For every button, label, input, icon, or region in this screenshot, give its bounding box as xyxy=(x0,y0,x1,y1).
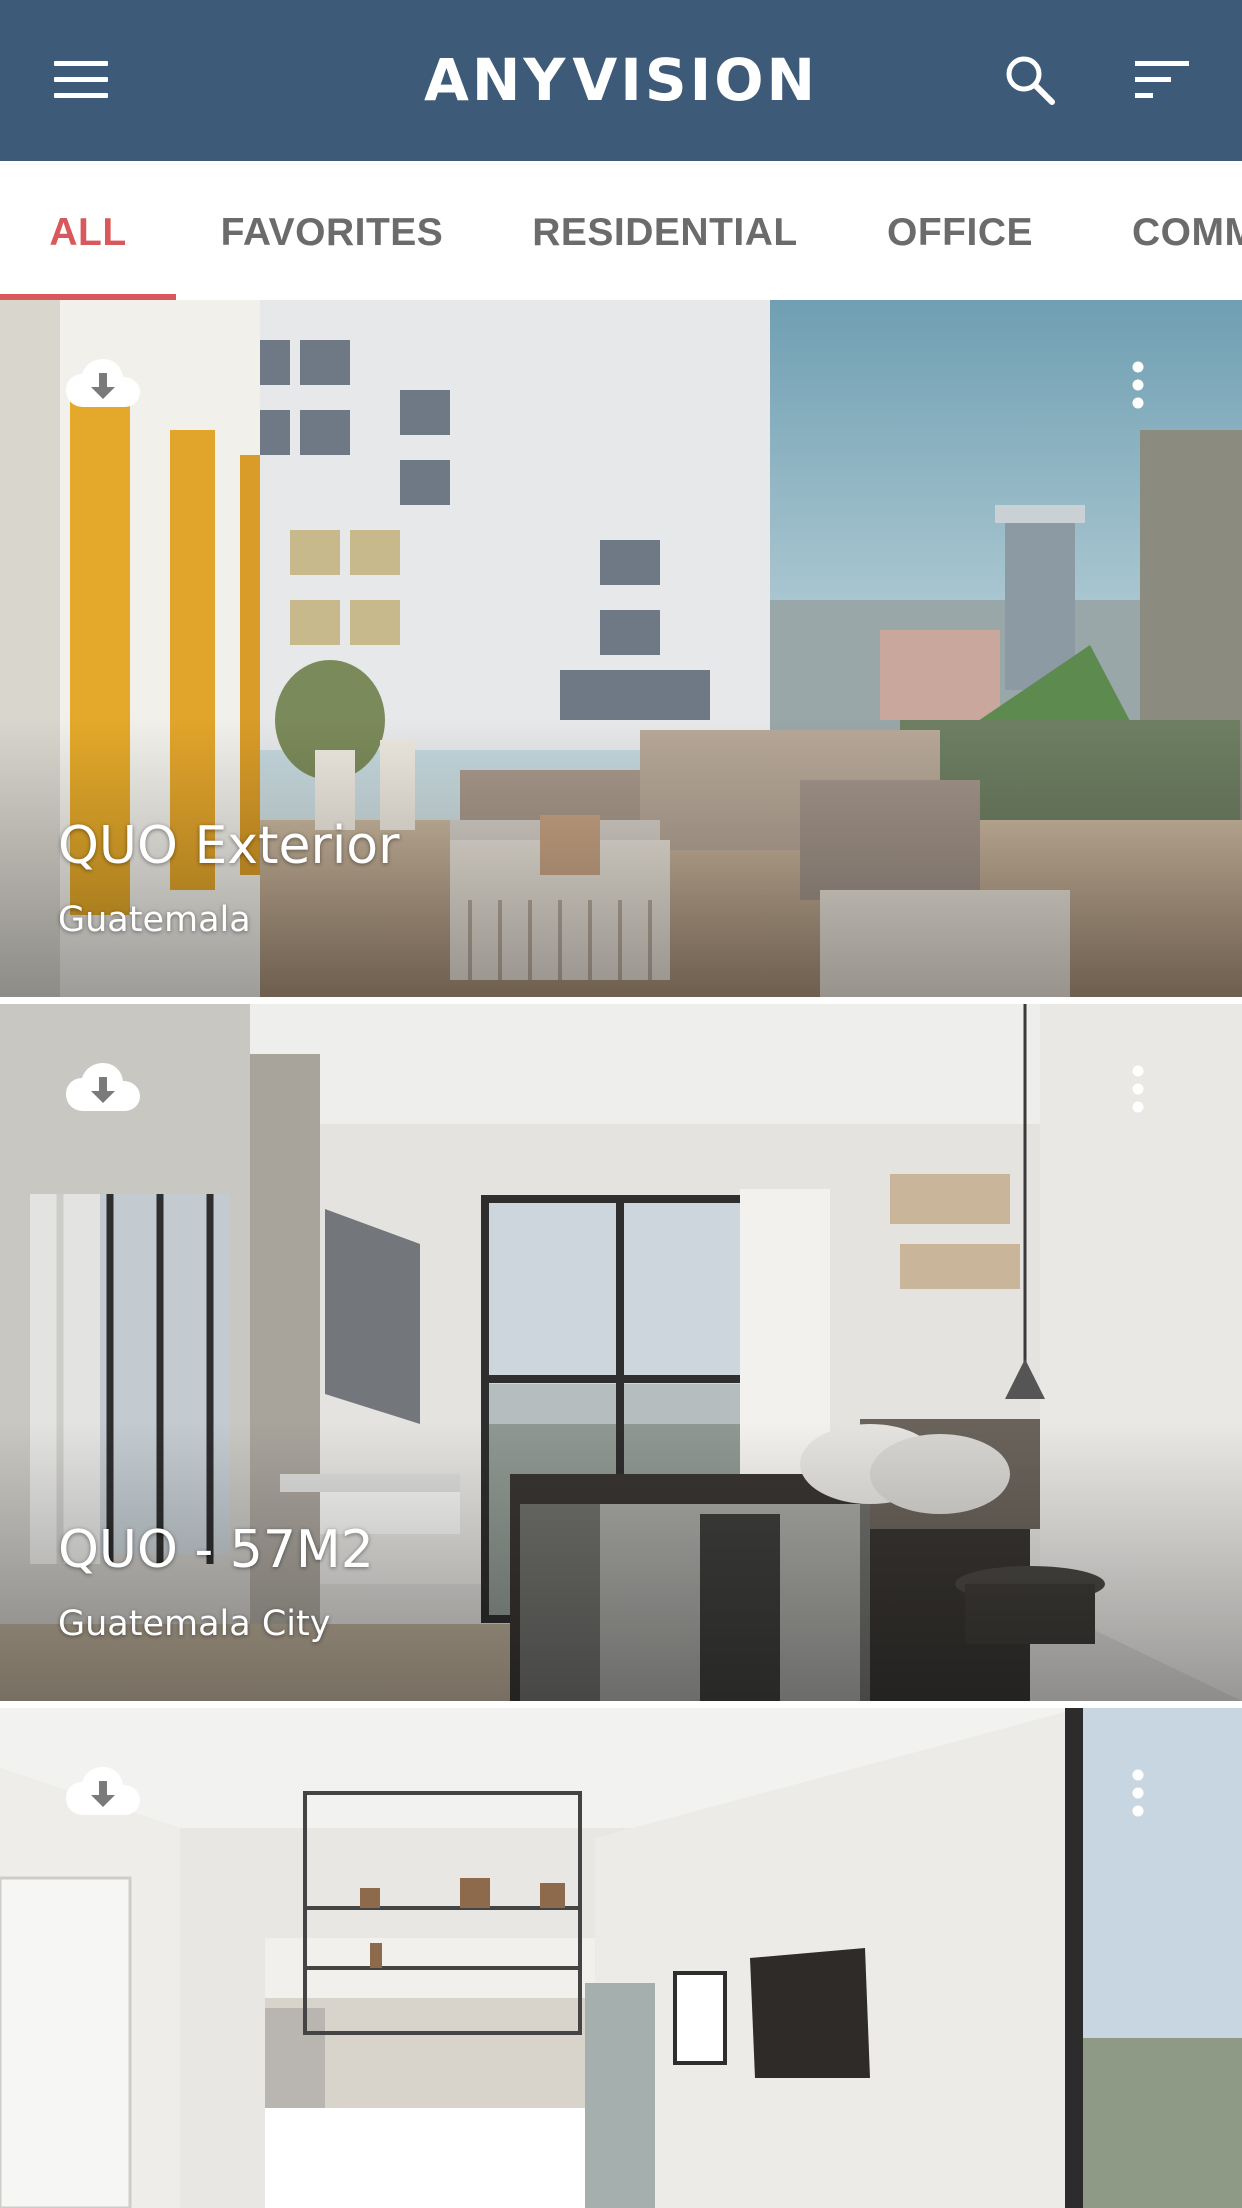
more-options-button[interactable] xyxy=(1110,1049,1166,1129)
card-divider xyxy=(0,997,1242,1004)
sort-filter-icon xyxy=(1135,61,1189,98)
tab-favorites[interactable]: FAVORITES xyxy=(176,165,488,300)
tab-label: COMM xyxy=(1132,210,1242,254)
more-vertical-icon xyxy=(1132,361,1144,409)
project-card[interactable] xyxy=(0,1708,1242,2208)
tab-label: FAVORITES xyxy=(220,210,444,254)
project-card[interactable]: QUO - 57M2 Guatemala City xyxy=(0,1004,1242,1701)
search-icon xyxy=(1006,56,1055,105)
cloud-download-icon xyxy=(66,359,140,407)
download-button[interactable] xyxy=(60,1756,146,1828)
tab-label: ALL xyxy=(49,210,127,254)
project-location: Guatemala City xyxy=(58,1604,331,1644)
category-tabs: ALL FAVORITES RESIDENTIAL OFFICE COMM xyxy=(0,165,1242,300)
more-options-button[interactable] xyxy=(1110,1753,1166,1833)
download-button[interactable] xyxy=(60,348,146,420)
more-vertical-icon xyxy=(1132,1065,1144,1113)
tab-commercial[interactable]: COMM xyxy=(1078,165,1242,300)
tab-all[interactable]: ALL xyxy=(0,165,176,300)
sort-button[interactable] xyxy=(1122,40,1202,120)
card-divider xyxy=(0,1701,1242,1708)
app-logo: ANY VISION xyxy=(424,44,815,116)
logo-text-left: ANY xyxy=(423,46,569,114)
app-bar: ANY VISION xyxy=(0,0,1242,161)
menu-button[interactable] xyxy=(38,40,124,120)
tab-residential[interactable]: RESIDENTIAL xyxy=(488,165,842,300)
logo-text-right: VISION xyxy=(572,46,819,114)
project-location: Guatemala xyxy=(58,900,251,940)
more-vertical-icon xyxy=(1132,1769,1144,1817)
cloud-download-icon xyxy=(66,1063,140,1111)
download-button[interactable] xyxy=(60,1052,146,1124)
tab-label: RESIDENTIAL xyxy=(532,210,798,254)
hamburger-menu-icon xyxy=(54,61,108,98)
tab-office[interactable]: OFFICE xyxy=(842,165,1078,300)
project-thumbnail-image xyxy=(0,1708,1242,2208)
search-button[interactable] xyxy=(990,40,1070,120)
project-title: QUO - 57M2 xyxy=(58,1520,374,1580)
more-options-button[interactable] xyxy=(1110,345,1166,425)
cloud-download-icon xyxy=(66,1767,140,1815)
project-card[interactable]: QUO Exterior Guatemala xyxy=(0,300,1242,997)
project-title: QUO Exterior xyxy=(58,816,400,876)
tab-label: OFFICE xyxy=(887,210,1033,254)
